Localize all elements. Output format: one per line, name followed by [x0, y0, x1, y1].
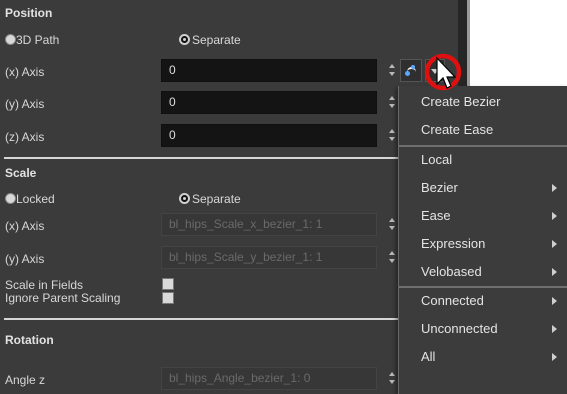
- menu-item-ease[interactable]: Ease: [399, 202, 567, 230]
- scale-y-field[interactable]: bl_hips_Scale_y_bezier_1: 1: [161, 246, 377, 269]
- position-z-spinner[interactable]: [388, 128, 396, 142]
- menu-item-all[interactable]: All: [399, 343, 567, 371]
- submenu-arrow-icon: [552, 325, 557, 333]
- position-header: Position: [5, 6, 53, 20]
- section-divider: [4, 157, 456, 159]
- radio-position-separate[interactable]: [179, 34, 190, 45]
- layer-properties-panel: Position 3D Path Separate (x) Axis 0 (y)…: [0, 0, 458, 394]
- radio-locked-label: Locked: [16, 192, 55, 206]
- scale-in-fields-checkbox[interactable]: [162, 278, 174, 290]
- submenu-arrow-icon: [552, 268, 557, 276]
- scale-y-label: (y) Axis: [5, 252, 45, 266]
- radio-scale-separate-label: Separate: [192, 192, 241, 206]
- position-x-spinner[interactable]: [388, 63, 396, 77]
- radio-3d-path[interactable]: [5, 34, 16, 45]
- menu-item-connected[interactable]: Connected: [399, 287, 567, 315]
- submenu-arrow-icon: [552, 240, 557, 248]
- position-x-field[interactable]: 0: [161, 59, 377, 82]
- menu-item-velobased[interactable]: Velobased: [399, 258, 567, 286]
- scale-x-label: (x) Axis: [5, 219, 45, 233]
- angle-z-spinner[interactable]: [388, 371, 396, 385]
- scale-y-spinner[interactable]: [388, 250, 396, 264]
- position-y-spinner[interactable]: [388, 95, 396, 109]
- menu-item-unconnected[interactable]: Unconnected: [399, 315, 567, 343]
- submenu-arrow-icon: [552, 212, 557, 220]
- angle-z-field[interactable]: bl_hips_Angle_bezier_1: 0: [161, 367, 377, 390]
- dropdown-arrow-icon: [431, 69, 439, 74]
- function-button-x[interactable]: [400, 59, 422, 82]
- radio-position-separate-label: Separate: [192, 33, 241, 47]
- function-context-menu: Create Bezier Create Ease Local Bezier E…: [398, 86, 567, 394]
- submenu-arrow-icon: [552, 353, 557, 361]
- menu-item-create-ease[interactable]: Create Ease: [399, 116, 567, 144]
- menu-item-bezier[interactable]: Bezier: [399, 174, 567, 202]
- section-divider: [4, 318, 456, 320]
- radio-3d-path-label: 3D Path: [16, 33, 60, 47]
- radio-scale-separate[interactable]: [179, 193, 190, 204]
- position-z-label: (z) Axis: [5, 130, 45, 144]
- position-x-label: (x) Axis: [5, 65, 45, 79]
- scale-header: Scale: [5, 166, 37, 180]
- angle-z-label: Angle z: [5, 373, 46, 387]
- ignore-parent-scaling-label: Ignore Parent Scaling: [5, 291, 121, 305]
- position-z-field[interactable]: 0: [161, 124, 377, 147]
- scale-x-field[interactable]: bl_hips_Scale_x_bezier_1: 1: [161, 213, 377, 236]
- ignore-parent-scaling-checkbox[interactable]: [162, 292, 174, 304]
- submenu-arrow-icon: [552, 297, 557, 305]
- menu-item-local[interactable]: Local: [399, 146, 567, 174]
- scale-x-spinner[interactable]: [388, 217, 396, 231]
- menu-item-expression[interactable]: Expression: [399, 230, 567, 258]
- submenu-arrow-icon: [552, 184, 557, 192]
- menu-item-create-bezier[interactable]: Create Bezier: [399, 88, 567, 116]
- position-y-field[interactable]: 0: [161, 91, 377, 114]
- function-menu-button[interactable]: [425, 59, 445, 82]
- scale-in-fields-label: Scale in Fields: [5, 278, 84, 292]
- position-y-label: (y) Axis: [5, 97, 45, 111]
- radio-locked[interactable]: [5, 193, 16, 204]
- rotation-header: Rotation: [5, 333, 54, 347]
